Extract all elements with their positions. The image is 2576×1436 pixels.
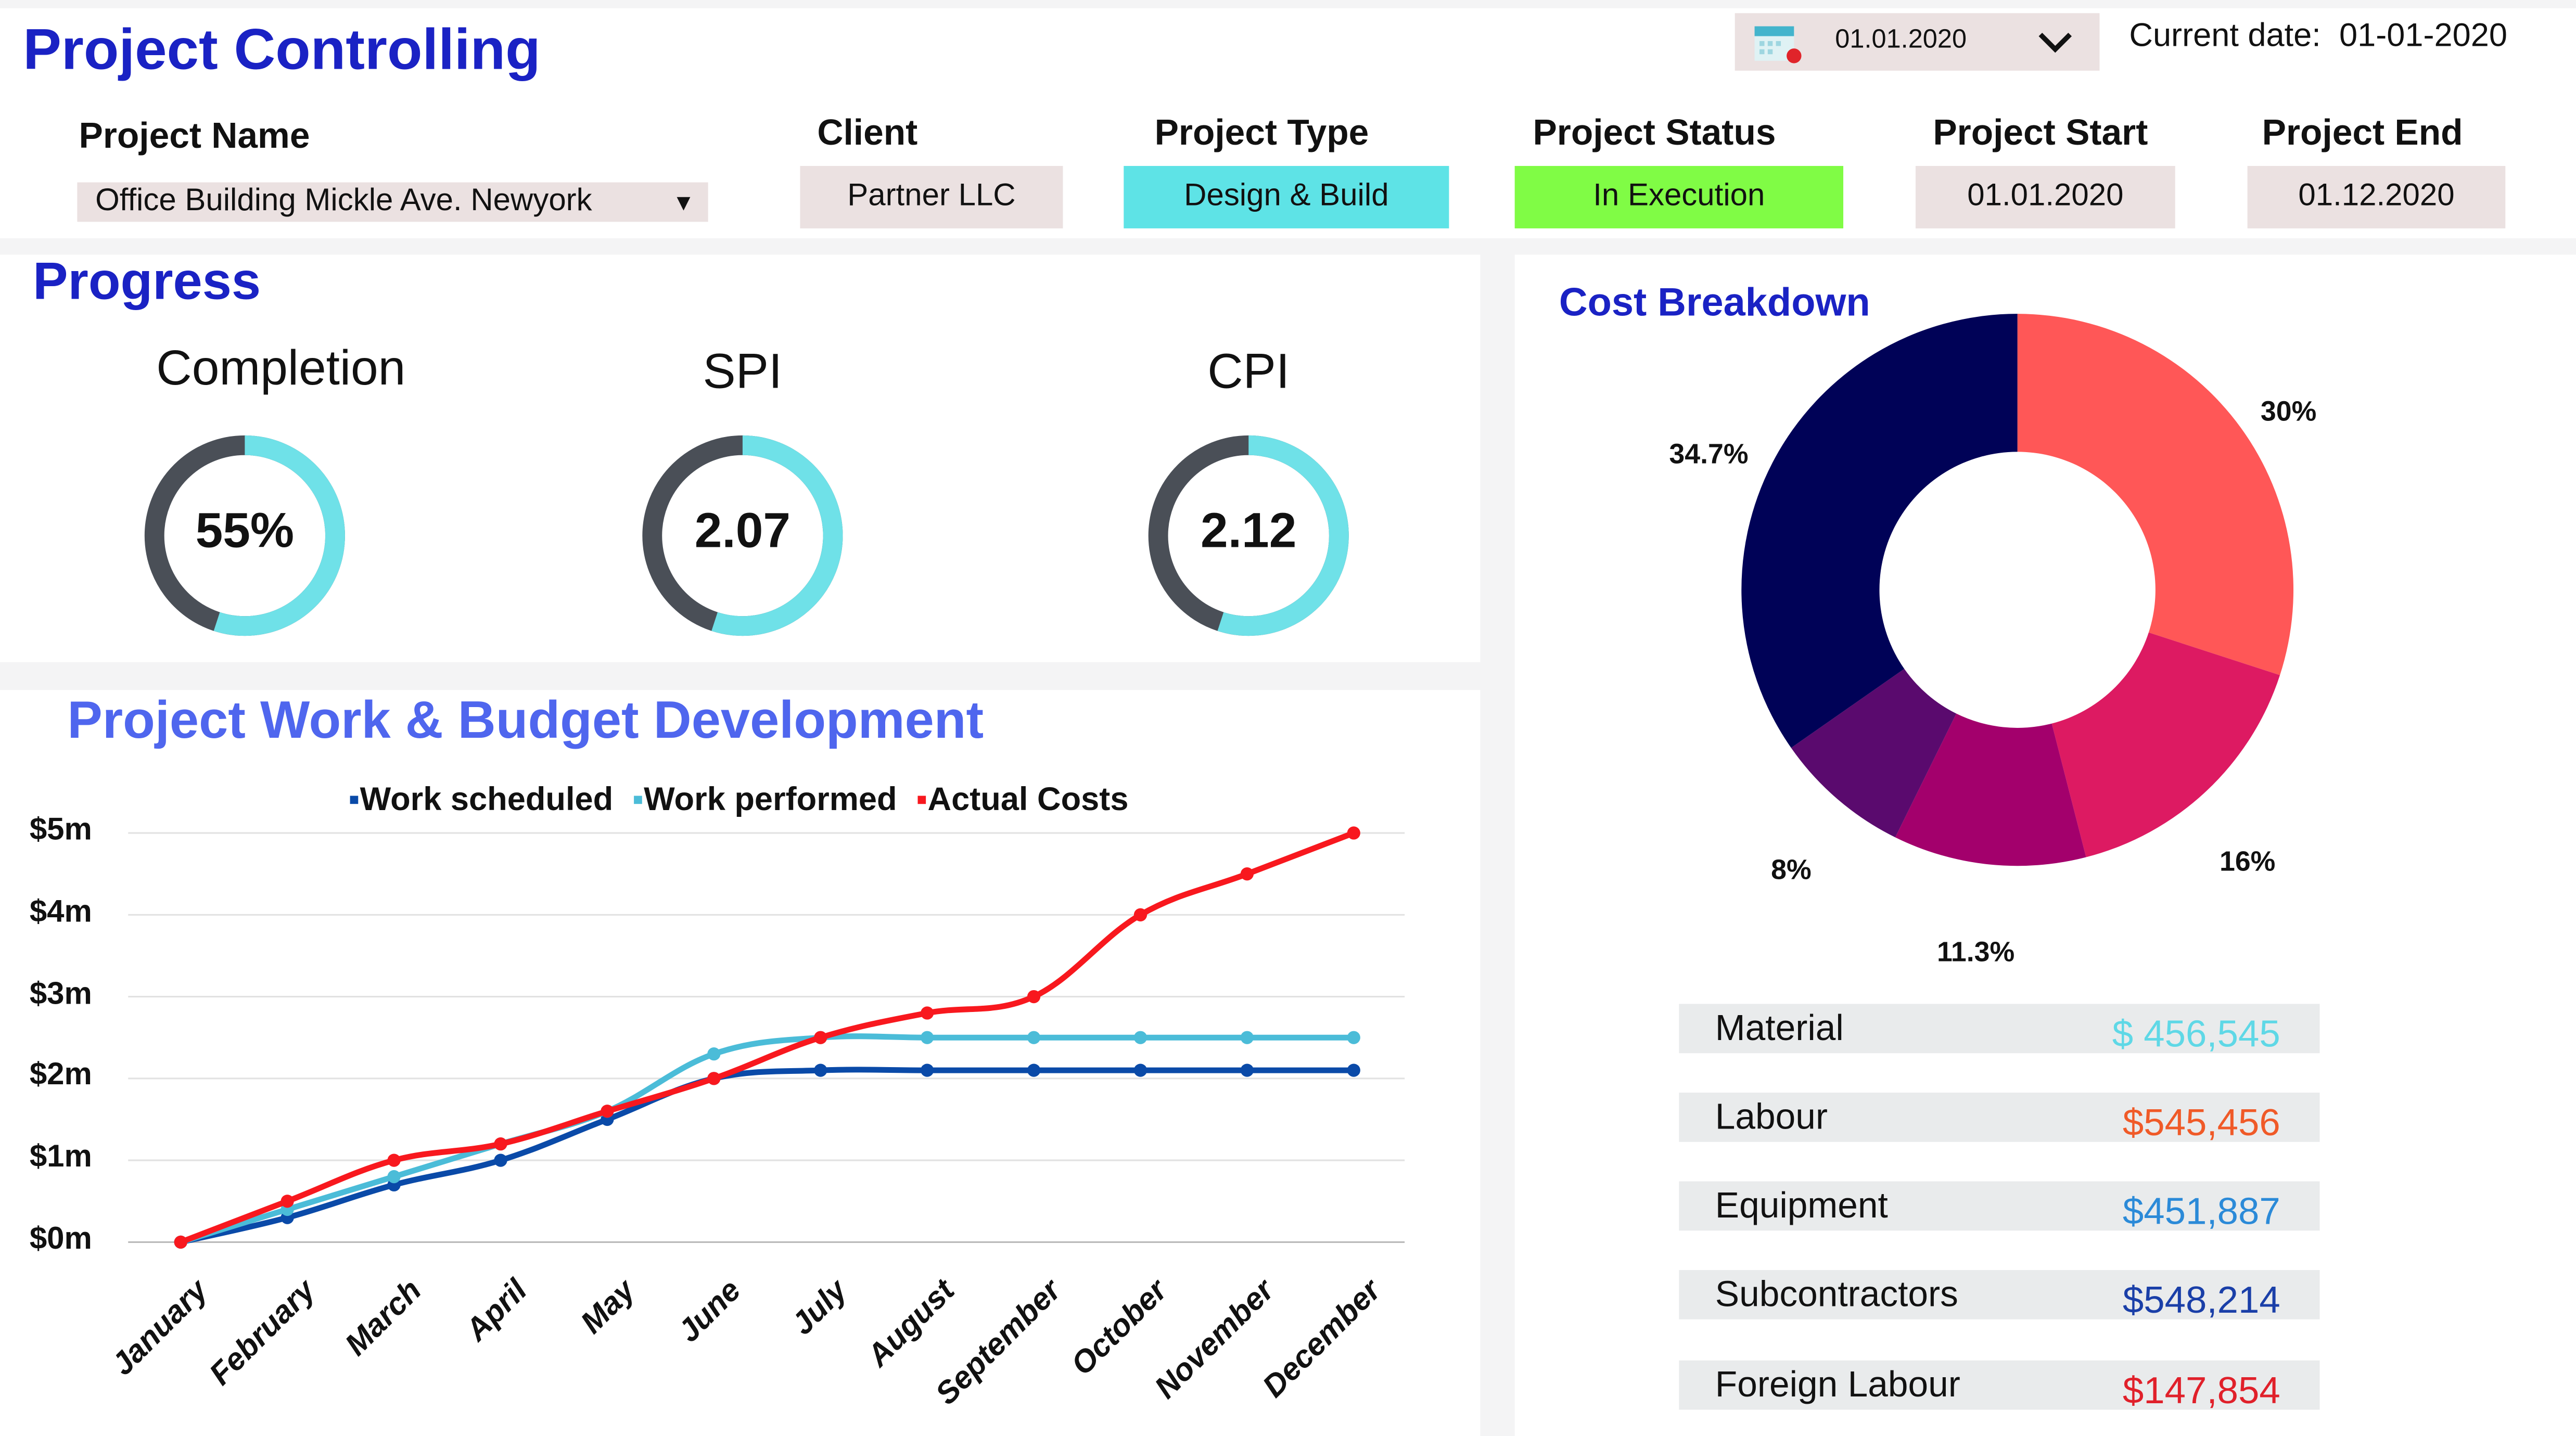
slice-label: 34.7%	[1669, 439, 1749, 470]
cost-row: Subcontractors $548,214	[1679, 1270, 2320, 1321]
data-point	[280, 1195, 294, 1208]
cost-name: Labour	[1715, 1096, 1828, 1137]
dashboard: Project Controlling 01.01.2020 Current d…	[0, 0, 2576, 1436]
current-date: Current date: 01-01-2020	[2129, 18, 2507, 56]
date-picker[interactable]: 01.01.2020	[1735, 13, 2100, 71]
cost-row: Material $ 456,545	[1679, 1004, 2320, 1055]
data-point	[814, 1063, 827, 1077]
donut-slice	[1741, 314, 2018, 748]
cost-value: $451,887	[2122, 1189, 2280, 1233]
data-point	[921, 1006, 934, 1020]
calendar-icon	[1754, 26, 1802, 63]
data-point	[921, 1063, 934, 1077]
data-point	[1347, 1063, 1360, 1077]
current-date-value: 01-01-2020	[2339, 18, 2507, 55]
line-chart	[128, 826, 1405, 1249]
data-point	[1027, 1063, 1041, 1077]
cost-name: Subcontractors	[1715, 1273, 1958, 1315]
data-point	[814, 1031, 827, 1044]
project-end-label: Project End	[2262, 111, 2463, 153]
chevron-down-icon[interactable]	[2037, 31, 2073, 54]
slice-label: 8%	[1771, 854, 1812, 886]
slice-label: 11.3%	[1936, 937, 2015, 968]
cost-row: Equipment $451,887	[1679, 1181, 2320, 1232]
cost-value: $545,456	[2122, 1100, 2280, 1144]
data-point	[494, 1153, 507, 1167]
cost-donut-chart	[1741, 314, 2294, 866]
donut-slice	[2051, 632, 2280, 857]
cost-value: $ 456,545	[2112, 1012, 2280, 1055]
cost-name: Material	[1715, 1007, 1844, 1048]
slice-label: 16%	[2219, 846, 2276, 878]
series-line-work-performed	[180, 1033, 1354, 1245]
data-point	[1027, 990, 1041, 1004]
data-point	[494, 1137, 507, 1151]
donut-slice	[2017, 314, 2294, 675]
data-point	[387, 1170, 401, 1184]
cost-name: Foreign Labour	[1715, 1364, 1960, 1405]
data-point	[1240, 867, 1254, 881]
project-status-value: In Execution	[1514, 165, 1844, 228]
data-point	[1133, 1031, 1147, 1044]
date-picker-value: 01.01.2020	[1835, 26, 1967, 55]
data-point	[1347, 826, 1360, 840]
data-point	[1240, 1063, 1254, 1077]
cost-row: Foreign Labour $147,854	[1679, 1360, 2320, 1412]
data-point	[174, 1235, 187, 1249]
project-start-value: 01.01.2020	[1915, 165, 2175, 228]
series-line-work-scheduled	[180, 1067, 1354, 1245]
cost-name: Equipment	[1715, 1184, 1888, 1226]
cost-value: $147,854	[2122, 1368, 2280, 1412]
data-point	[1027, 1031, 1041, 1044]
data-point	[1133, 908, 1147, 921]
cost-value: $548,214	[2122, 1278, 2280, 1321]
data-point	[707, 1047, 721, 1061]
project-status-label: Project Status	[1533, 111, 1776, 153]
cost-row: Labour $545,456	[1679, 1093, 2320, 1144]
data-point	[601, 1105, 614, 1118]
slice-label: 30%	[2260, 396, 2317, 428]
data-point	[1133, 1063, 1147, 1077]
data-point	[387, 1153, 401, 1167]
data-point	[1347, 1031, 1360, 1044]
project-end-value: 01.12.2020	[2247, 165, 2506, 228]
data-point	[921, 1031, 934, 1044]
data-point	[707, 1072, 721, 1085]
project-start-label: Project Start	[1933, 111, 2148, 153]
current-date-label: Current date:	[2129, 18, 2321, 55]
data-point	[1240, 1031, 1254, 1044]
